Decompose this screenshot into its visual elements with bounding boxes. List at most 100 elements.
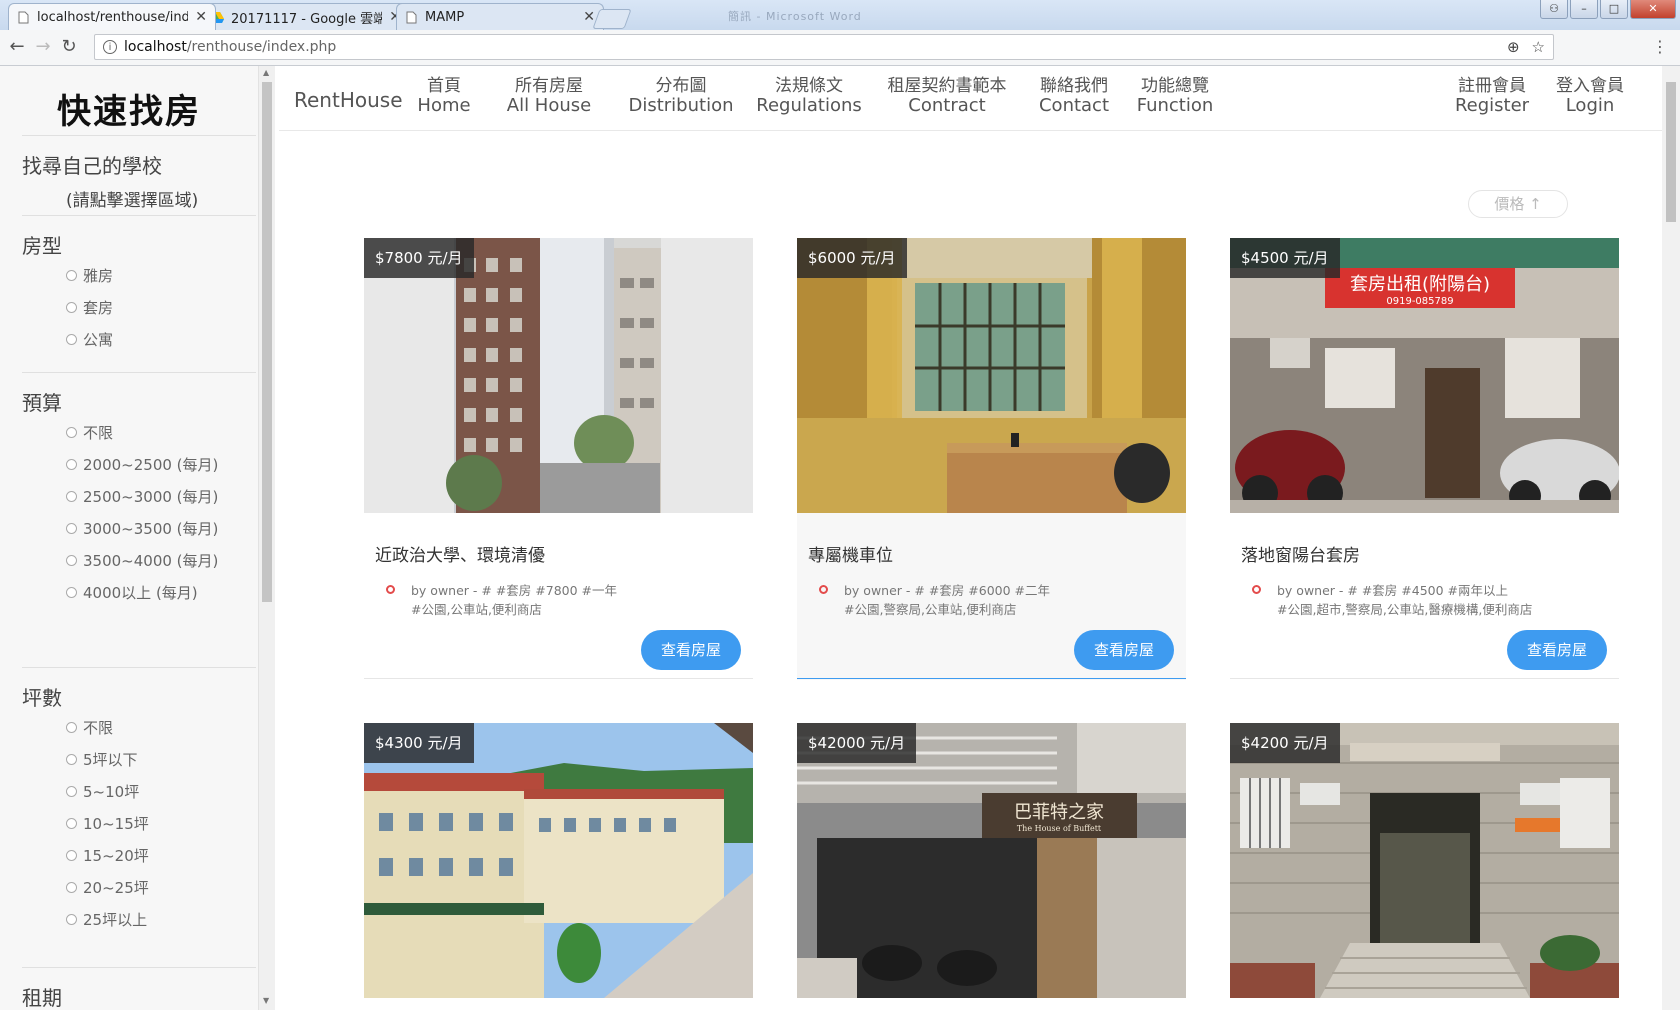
listing-photo[interactable]: $4300 元/月 bbox=[364, 723, 753, 998]
view-house-button[interactable]: 查看房屋 bbox=[1074, 630, 1174, 670]
listing-photo[interactable]: $7800 元/月 bbox=[364, 238, 753, 513]
tab-title: 20171117 - Google 雲端 bbox=[231, 11, 383, 27]
room-type-option[interactable]: 套房 bbox=[66, 297, 113, 318]
room-type-option[interactable]: 公寓 bbox=[66, 329, 113, 350]
size-option[interactable]: 5坪以下 bbox=[66, 749, 138, 770]
radio-icon[interactable] bbox=[66, 818, 77, 829]
radio-icon[interactable] bbox=[66, 491, 77, 502]
bullet-icon bbox=[386, 585, 395, 594]
bullet-icon bbox=[819, 585, 828, 594]
radio-icon[interactable] bbox=[66, 786, 77, 797]
radio-icon[interactable] bbox=[66, 850, 77, 861]
radio-icon[interactable] bbox=[66, 587, 77, 598]
radio-icon[interactable] bbox=[66, 334, 77, 345]
divider bbox=[22, 215, 256, 216]
listing-card: $4200 元/月 bbox=[1230, 723, 1619, 998]
nav-all-house[interactable]: 所有房屋 All House bbox=[499, 76, 599, 116]
scrollbar-thumb[interactable] bbox=[1666, 82, 1676, 222]
radio-icon[interactable] bbox=[66, 555, 77, 566]
radio-icon[interactable] bbox=[66, 459, 77, 470]
room-type-heading: 房型 bbox=[22, 234, 62, 258]
radio-icon[interactable] bbox=[66, 882, 77, 893]
nav-distribution[interactable]: 分布圖 Distribution bbox=[611, 76, 751, 116]
sidebar-scrollbar[interactable]: ▲ ▼ bbox=[258, 66, 275, 1010]
size-option[interactable]: 25坪以上 bbox=[66, 909, 147, 930]
user-icon[interactable]: ⚇ bbox=[1540, 0, 1568, 19]
close-icon[interactable]: ✕ bbox=[583, 9, 595, 25]
address-bar[interactable]: i localhost/renthouse/index.php ⊕ ☆ bbox=[94, 34, 1554, 60]
radio-icon[interactable] bbox=[66, 754, 77, 765]
sort-price-button[interactable]: 價格 ↑ bbox=[1468, 190, 1568, 218]
listing-card: $7800 元/月 近政治大學、環境清優 by owner - # #套房 #7… bbox=[364, 238, 753, 680]
minimize-button[interactable]: – bbox=[1570, 0, 1598, 19]
url-text: localhost/renthouse/index.php bbox=[124, 39, 337, 55]
size-option[interactable]: 不限 bbox=[66, 717, 113, 738]
listing-title[interactable]: 落地窗陽台套房 bbox=[1241, 541, 1360, 566]
price-badge: $4200 元/月 bbox=[1230, 723, 1340, 763]
listing-photo[interactable]: $4200 元/月 bbox=[1230, 723, 1619, 998]
scroll-down-icon[interactable]: ▼ bbox=[263, 996, 269, 1005]
main-navbar: RentHouse 首頁 Home 所有房屋 All House 分布圖 Distri… bbox=[279, 66, 1662, 131]
size-option[interactable]: 15~20坪 bbox=[66, 845, 149, 866]
radio-icon[interactable] bbox=[66, 722, 77, 733]
budget-option[interactable]: 2000~2500 (每月) bbox=[66, 454, 218, 475]
size-option[interactable]: 20~25坪 bbox=[66, 877, 149, 898]
listing-title[interactable]: 近政治大學、環境清優 bbox=[375, 541, 545, 566]
listing-photo[interactable]: $6000 元/月 bbox=[797, 238, 1186, 513]
listing-card: $4300 元/月 bbox=[364, 723, 753, 998]
radio-icon[interactable] bbox=[66, 427, 77, 438]
browser-tabbar: localhost/renthouse/ind ✕ 20171117 - Goo… bbox=[0, 0, 1680, 30]
nav-register[interactable]: 註冊會員 Register bbox=[1437, 76, 1547, 116]
view-house-button[interactable]: 查看房屋 bbox=[641, 630, 741, 670]
close-icon[interactable]: ✕ bbox=[195, 9, 207, 25]
radio-icon[interactable] bbox=[66, 523, 77, 534]
new-tab-button[interactable] bbox=[592, 9, 632, 29]
size-option[interactable]: 5~10坪 bbox=[66, 781, 139, 802]
browser-tab-drive[interactable]: 20171117 - Google 雲端 ✕ bbox=[202, 3, 410, 30]
sign-phone: 0919-085789 bbox=[1386, 296, 1453, 307]
nav-home[interactable]: 首頁 Home bbox=[409, 76, 479, 116]
price-badge: $4300 元/月 bbox=[364, 723, 474, 763]
scroll-up-icon[interactable]: ▲ bbox=[263, 68, 269, 77]
divider bbox=[22, 967, 256, 968]
price-badge: $7800 元/月 bbox=[364, 238, 474, 278]
browser-tab-renthouse[interactable]: localhost/renthouse/ind ✕ bbox=[8, 3, 216, 30]
budget-option[interactable]: 4000以上 (每月) bbox=[66, 582, 198, 603]
maximize-button[interactable]: □ bbox=[1600, 0, 1628, 19]
budget-option[interactable]: 3000~3500 (每月) bbox=[66, 518, 218, 539]
radio-icon[interactable] bbox=[66, 302, 77, 313]
budget-option[interactable]: 2500~3000 (每月) bbox=[66, 486, 218, 507]
nav-contract[interactable]: 租屋契約書範本 Contract bbox=[872, 76, 1022, 116]
bullet-icon bbox=[1252, 585, 1261, 594]
nav-regulations[interactable]: 法規條文 Regulations bbox=[739, 76, 879, 116]
room-type-option[interactable]: 雅房 bbox=[66, 265, 113, 286]
reload-icon[interactable]: ↻ bbox=[58, 36, 80, 58]
radio-icon[interactable] bbox=[66, 270, 77, 281]
window-close-button[interactable]: ✕ bbox=[1630, 0, 1676, 19]
listing-title[interactable]: 專屬機車位 bbox=[808, 541, 893, 566]
view-house-button[interactable]: 查看房屋 bbox=[1507, 630, 1607, 670]
nav-function[interactable]: 功能總覽 Function bbox=[1115, 76, 1235, 116]
page-scrollbar[interactable] bbox=[1662, 66, 1680, 1010]
star-icon[interactable]: ☆ bbox=[1532, 38, 1545, 56]
listing-photo[interactable]: 套房出租(附陽台) 0919-085789 $4500 元/月 bbox=[1230, 238, 1619, 513]
forward-arrow-icon[interactable]: → bbox=[32, 36, 54, 58]
scrollbar-thumb[interactable] bbox=[262, 82, 272, 602]
divider bbox=[22, 372, 256, 373]
menu-icon[interactable]: ⋮ bbox=[1652, 37, 1668, 56]
budget-option[interactable]: 3500~4000 (每月) bbox=[66, 550, 218, 571]
listing-card: $6000 元/月 專屬機車位 by owner - # #套房 #6000 #… bbox=[797, 238, 1186, 680]
browser-tab-mamp[interactable]: MAMP ✕ bbox=[396, 3, 604, 30]
radio-icon[interactable] bbox=[66, 914, 77, 925]
zoom-icon[interactable]: ⊕ bbox=[1507, 38, 1520, 56]
site-logo[interactable]: RentHouse bbox=[294, 88, 403, 112]
budget-heading: 預算 bbox=[22, 391, 62, 415]
listing-photo[interactable]: 巴菲特之家 The House of Buffett $42000 元/月 bbox=[797, 723, 1186, 998]
nav-login[interactable]: 登入會員 Login bbox=[1535, 76, 1645, 116]
price-badge: $4500 元/月 bbox=[1230, 238, 1340, 278]
budget-option[interactable]: 不限 bbox=[66, 422, 113, 443]
school-hint[interactable]: (請點擊選擇區域) bbox=[66, 186, 198, 211]
size-option[interactable]: 10~15坪 bbox=[66, 813, 149, 834]
back-arrow-icon[interactable]: ← bbox=[6, 36, 28, 58]
info-icon[interactable]: i bbox=[103, 40, 117, 54]
